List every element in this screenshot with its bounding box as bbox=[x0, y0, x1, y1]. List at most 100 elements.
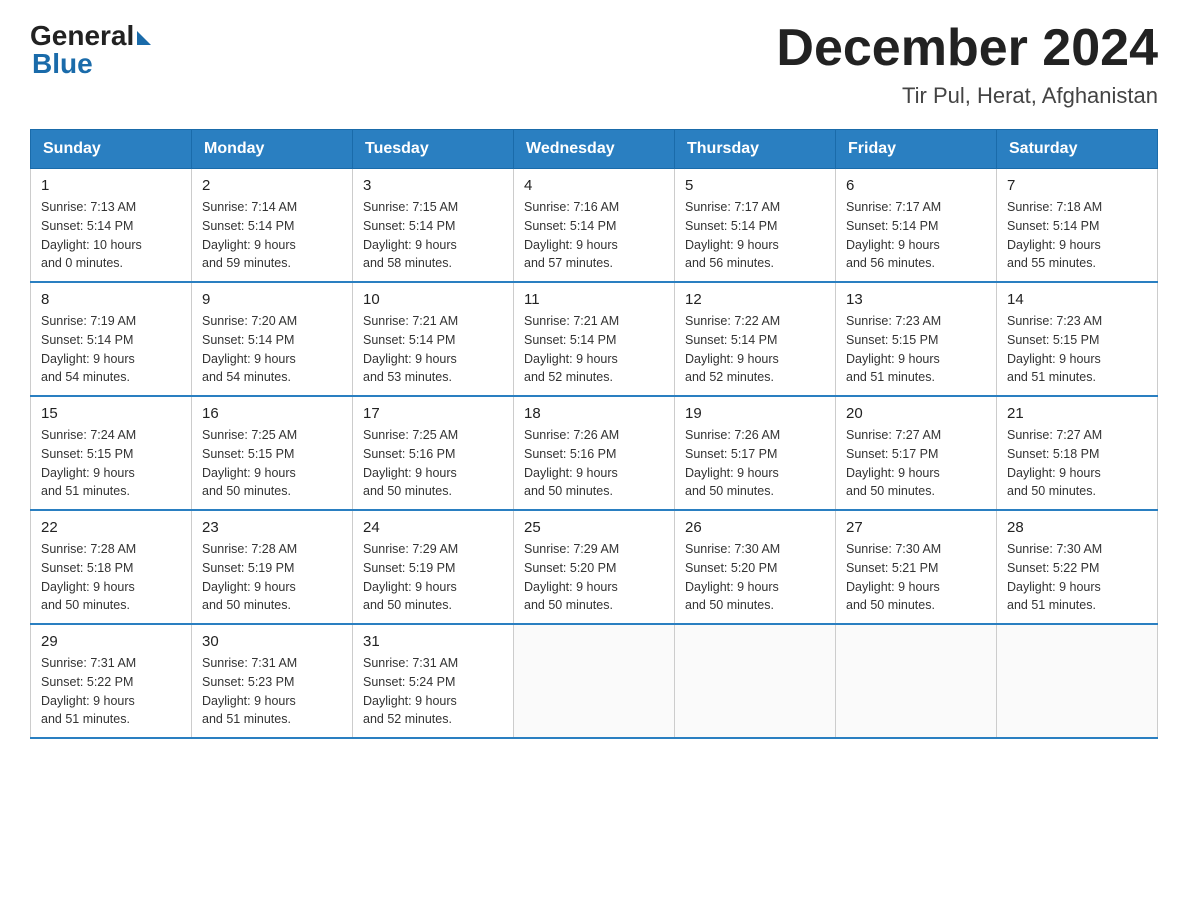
day-number: 4 bbox=[524, 177, 664, 194]
day-number: 13 bbox=[846, 291, 986, 308]
day-cell: 11 Sunrise: 7:21 AM Sunset: 5:14 PM Dayli… bbox=[514, 282, 675, 396]
day-cell: 15Sunrise: 7:24 AM Sunset: 5:15 PM Dayli… bbox=[31, 396, 192, 510]
day-info: Sunrise: 7:26 AM Sunset: 5:16 PM Dayligh… bbox=[524, 426, 664, 501]
header-tuesday: Tuesday bbox=[353, 130, 514, 169]
day-cell: 18 Sunrise: 7:26 AM Sunset: 5:16 PM Dayli… bbox=[514, 396, 675, 510]
day-number: 30 bbox=[202, 633, 342, 650]
calendar-table: SundayMondayTuesdayWednesdayThursdayFrid… bbox=[30, 129, 1158, 739]
week-row-1: 1Sunrise: 7:13 AM Sunset: 5:14 PM Daylig… bbox=[31, 169, 1158, 283]
day-info: Sunrise: 7:17 AM Sunset: 5:14 PM Dayligh… bbox=[846, 198, 986, 273]
day-cell: 13Sunrise: 7:23 AM Sunset: 5:15 PM Dayli… bbox=[836, 282, 997, 396]
day-cell: 30 Sunrise: 7:31 AM Sunset: 5:23 PM Dayli… bbox=[192, 624, 353, 738]
day-info: Sunrise: 7:26 AM Sunset: 5:17 PM Dayligh… bbox=[685, 426, 825, 501]
day-info: Sunrise: 7:28 AM Sunset: 5:19 PM Dayligh… bbox=[202, 540, 342, 615]
day-info: Sunrise: 7:22 AM Sunset: 5:14 PM Dayligh… bbox=[685, 312, 825, 387]
calendar-body: 1Sunrise: 7:13 AM Sunset: 5:14 PM Daylig… bbox=[31, 169, 1158, 739]
day-number: 25 bbox=[524, 519, 664, 536]
day-number: 27 bbox=[846, 519, 986, 536]
day-cell: 6 Sunrise: 7:17 AM Sunset: 5:14 PM Daylig… bbox=[836, 169, 997, 283]
day-cell: 12Sunrise: 7:22 AM Sunset: 5:14 PM Dayli… bbox=[675, 282, 836, 396]
day-info: Sunrise: 7:19 AM Sunset: 5:14 PM Dayligh… bbox=[41, 312, 181, 387]
day-info: Sunrise: 7:15 AM Sunset: 5:14 PM Dayligh… bbox=[363, 198, 503, 273]
day-cell: 22 Sunrise: 7:28 AM Sunset: 5:18 PM Dayli… bbox=[31, 510, 192, 624]
day-number: 28 bbox=[1007, 519, 1147, 536]
day-cell: 10 Sunrise: 7:21 AM Sunset: 5:14 PM Dayli… bbox=[353, 282, 514, 396]
header-thursday: Thursday bbox=[675, 130, 836, 169]
day-number: 16 bbox=[202, 405, 342, 422]
week-row-5: 29 Sunrise: 7:31 AM Sunset: 5:22 PM Dayli… bbox=[31, 624, 1158, 738]
month-title: December 2024 bbox=[776, 20, 1158, 77]
day-cell: 5 Sunrise: 7:17 AM Sunset: 5:14 PM Daylig… bbox=[675, 169, 836, 283]
day-number: 8 bbox=[41, 291, 181, 308]
day-number: 29 bbox=[41, 633, 181, 650]
logo-blue-text: Blue bbox=[32, 48, 93, 80]
day-info: Sunrise: 7:20 AM Sunset: 5:14 PM Dayligh… bbox=[202, 312, 342, 387]
day-number: 1 bbox=[41, 177, 181, 194]
day-cell: 20 Sunrise: 7:27 AM Sunset: 5:17 PM Dayli… bbox=[836, 396, 997, 510]
day-cell: 25 Sunrise: 7:29 AM Sunset: 5:20 PM Dayli… bbox=[514, 510, 675, 624]
day-info: Sunrise: 7:27 AM Sunset: 5:17 PM Dayligh… bbox=[846, 426, 986, 501]
location-subtitle: Tir Pul, Herat, Afghanistan bbox=[776, 83, 1158, 109]
day-number: 20 bbox=[846, 405, 986, 422]
day-cell: 21Sunrise: 7:27 AM Sunset: 5:18 PM Dayli… bbox=[997, 396, 1158, 510]
calendar-header: SundayMondayTuesdayWednesdayThursdayFrid… bbox=[31, 130, 1158, 169]
day-cell: 23Sunrise: 7:28 AM Sunset: 5:19 PM Dayli… bbox=[192, 510, 353, 624]
day-info: Sunrise: 7:31 AM Sunset: 5:24 PM Dayligh… bbox=[363, 654, 503, 729]
header-friday: Friday bbox=[836, 130, 997, 169]
day-number: 19 bbox=[685, 405, 825, 422]
day-info: Sunrise: 7:27 AM Sunset: 5:18 PM Dayligh… bbox=[1007, 426, 1147, 501]
title-section: December 2024 Tir Pul, Herat, Afghanista… bbox=[776, 20, 1158, 109]
day-number: 31 bbox=[363, 633, 503, 650]
day-info: Sunrise: 7:17 AM Sunset: 5:14 PM Dayligh… bbox=[685, 198, 825, 273]
day-info: Sunrise: 7:30 AM Sunset: 5:21 PM Dayligh… bbox=[846, 540, 986, 615]
day-number: 2 bbox=[202, 177, 342, 194]
day-info: Sunrise: 7:31 AM Sunset: 5:22 PM Dayligh… bbox=[41, 654, 181, 729]
day-info: Sunrise: 7:23 AM Sunset: 5:15 PM Dayligh… bbox=[1007, 312, 1147, 387]
day-cell: 28Sunrise: 7:30 AM Sunset: 5:22 PM Dayli… bbox=[997, 510, 1158, 624]
week-row-2: 8 Sunrise: 7:19 AM Sunset: 5:14 PM Daylig… bbox=[31, 282, 1158, 396]
week-row-4: 22 Sunrise: 7:28 AM Sunset: 5:18 PM Dayli… bbox=[31, 510, 1158, 624]
day-number: 9 bbox=[202, 291, 342, 308]
day-info: Sunrise: 7:29 AM Sunset: 5:20 PM Dayligh… bbox=[524, 540, 664, 615]
day-cell: 27 Sunrise: 7:30 AM Sunset: 5:21 PM Dayli… bbox=[836, 510, 997, 624]
day-cell: 3 Sunrise: 7:15 AM Sunset: 5:14 PM Daylig… bbox=[353, 169, 514, 283]
day-cell bbox=[675, 624, 836, 738]
day-cell: 14 Sunrise: 7:23 AM Sunset: 5:15 PM Dayli… bbox=[997, 282, 1158, 396]
day-cell: 8 Sunrise: 7:19 AM Sunset: 5:14 PM Daylig… bbox=[31, 282, 192, 396]
day-info: Sunrise: 7:29 AM Sunset: 5:19 PM Dayligh… bbox=[363, 540, 503, 615]
day-info: Sunrise: 7:28 AM Sunset: 5:18 PM Dayligh… bbox=[41, 540, 181, 615]
day-cell: 4 Sunrise: 7:16 AM Sunset: 5:14 PM Daylig… bbox=[514, 169, 675, 283]
day-number: 3 bbox=[363, 177, 503, 194]
day-cell: 2Sunrise: 7:14 AM Sunset: 5:14 PM Daylig… bbox=[192, 169, 353, 283]
day-number: 15 bbox=[41, 405, 181, 422]
day-info: Sunrise: 7:16 AM Sunset: 5:14 PM Dayligh… bbox=[524, 198, 664, 273]
day-cell: 17Sunrise: 7:25 AM Sunset: 5:16 PM Dayli… bbox=[353, 396, 514, 510]
week-row-3: 15Sunrise: 7:24 AM Sunset: 5:15 PM Dayli… bbox=[31, 396, 1158, 510]
day-number: 14 bbox=[1007, 291, 1147, 308]
day-number: 18 bbox=[524, 405, 664, 422]
day-info: Sunrise: 7:21 AM Sunset: 5:14 PM Dayligh… bbox=[524, 312, 664, 387]
day-cell bbox=[836, 624, 997, 738]
day-cell: 1Sunrise: 7:13 AM Sunset: 5:14 PM Daylig… bbox=[31, 169, 192, 283]
day-cell: 16 Sunrise: 7:25 AM Sunset: 5:15 PM Dayli… bbox=[192, 396, 353, 510]
day-number: 17 bbox=[363, 405, 503, 422]
day-info: Sunrise: 7:30 AM Sunset: 5:20 PM Dayligh… bbox=[685, 540, 825, 615]
day-number: 22 bbox=[41, 519, 181, 536]
day-cell: 7Sunrise: 7:18 AM Sunset: 5:14 PM Daylig… bbox=[997, 169, 1158, 283]
day-cell: 29 Sunrise: 7:31 AM Sunset: 5:22 PM Dayli… bbox=[31, 624, 192, 738]
day-cell bbox=[514, 624, 675, 738]
header-sunday: Sunday bbox=[31, 130, 192, 169]
day-number: 11 bbox=[524, 291, 664, 308]
logo: General Blue bbox=[30, 20, 151, 80]
day-number: 5 bbox=[685, 177, 825, 194]
day-info: Sunrise: 7:18 AM Sunset: 5:14 PM Dayligh… bbox=[1007, 198, 1147, 273]
header-row: SundayMondayTuesdayWednesdayThursdayFrid… bbox=[31, 130, 1158, 169]
day-cell: 19 Sunrise: 7:26 AM Sunset: 5:17 PM Dayli… bbox=[675, 396, 836, 510]
day-number: 10 bbox=[363, 291, 503, 308]
day-info: Sunrise: 7:25 AM Sunset: 5:15 PM Dayligh… bbox=[202, 426, 342, 501]
day-info: Sunrise: 7:31 AM Sunset: 5:23 PM Dayligh… bbox=[202, 654, 342, 729]
day-info: Sunrise: 7:21 AM Sunset: 5:14 PM Dayligh… bbox=[363, 312, 503, 387]
day-number: 6 bbox=[846, 177, 986, 194]
day-cell: 31 Sunrise: 7:31 AM Sunset: 5:24 PM Dayli… bbox=[353, 624, 514, 738]
logo-arrow-icon bbox=[137, 31, 151, 45]
